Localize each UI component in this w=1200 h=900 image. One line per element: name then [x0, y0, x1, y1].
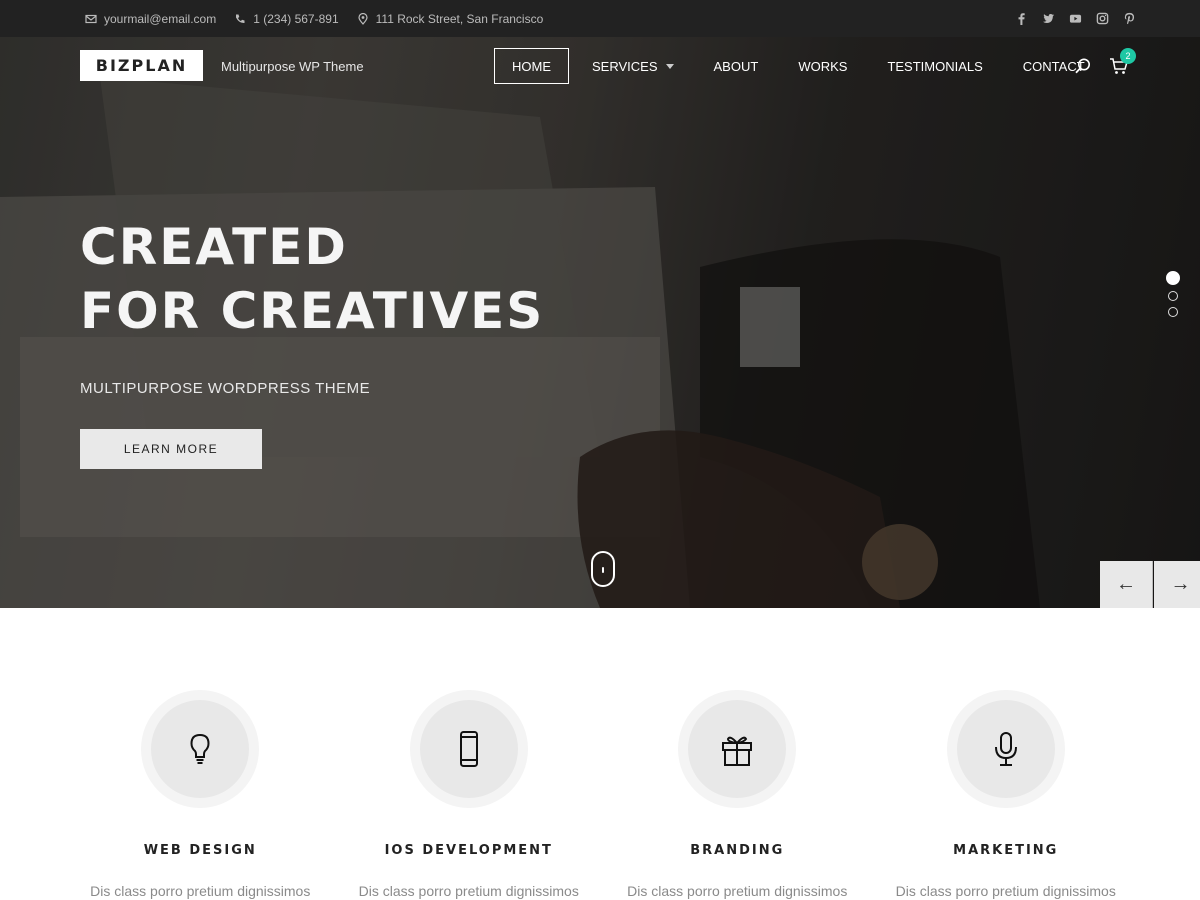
phone-icon: [236, 14, 245, 23]
nav-item-about[interactable]: ABOUT: [697, 48, 776, 84]
service-icon-circle: [141, 690, 260, 808]
slide-dot-3[interactable]: [1168, 307, 1178, 317]
service-description: Dis class porro pretium dignissimos: [895, 883, 1116, 899]
contact-info: yourmail@email.com 1 (234) 567-891 111 R…: [85, 0, 543, 37]
service-title: WEB DESIGN: [143, 843, 257, 858]
hero-headline-line1: CREATED: [80, 218, 348, 276]
main-nav: HOME SERVICES ABOUT WORKS TESTIMONIALS C…: [494, 48, 1108, 84]
service-item-branding: BRANDING Dis class porro pretium digniss…: [603, 690, 872, 900]
map-pin-icon: [358, 12, 368, 25]
service-icon-circle: [409, 690, 528, 808]
cart-count-badge: 2: [1120, 48, 1136, 64]
nav-item-home[interactable]: HOME: [494, 48, 569, 84]
lightbulb-icon: [190, 733, 210, 764]
service-title: MARKETING: [953, 843, 1059, 858]
service-title: IOS DEVELOPMENT: [384, 843, 553, 858]
smartphone-icon: [459, 731, 478, 767]
hero-headline-line2: FOR CREATIVES: [80, 282, 545, 340]
nav-item-works[interactable]: WORKS: [781, 48, 864, 84]
arrow-right-icon: →: [1170, 573, 1191, 595]
microphone-icon: [994, 732, 1017, 766]
scroll-down-mouse-icon[interactable]: [591, 551, 615, 587]
facebook-icon[interactable]: [1014, 12, 1028, 26]
service-title: BRANDING: [690, 843, 785, 858]
services-section: WEB DESIGN Dis class porro pretium digni…: [66, 690, 1146, 900]
nav-label: TESTIMONIALS: [887, 58, 983, 74]
slider-pagination: [1166, 271, 1180, 323]
search-icon[interactable]: [1074, 57, 1092, 75]
address-text: 111 Rock Street, San Francisco: [375, 11, 544, 26]
email-item[interactable]: yourmail@email.com: [85, 12, 216, 26]
pinterest-icon[interactable]: [1122, 12, 1136, 26]
top-bar: yourmail@email.com 1 (234) 567-891 111 R…: [0, 0, 1200, 37]
slider-next-button[interactable]: →: [1154, 561, 1200, 608]
hero-headline: CREATED FOR CREATIVES: [80, 215, 544, 343]
service-item-web-design: WEB DESIGN Dis class porro pretium digni…: [66, 690, 335, 900]
nav-label: SERVICES: [592, 58, 658, 74]
nav-item-testimonials[interactable]: TESTIMONIALS: [870, 48, 999, 84]
youtube-icon[interactable]: [1068, 12, 1082, 26]
nav-item-services[interactable]: SERVICES: [575, 48, 691, 84]
twitter-icon[interactable]: [1041, 12, 1055, 26]
social-links: [1014, 0, 1136, 37]
slide-dot-1[interactable]: [1166, 271, 1180, 285]
address-item: 111 Rock Street, San Francisco: [357, 11, 544, 26]
hero-slider: BIZPLAN Multipurpose WP Theme HOME SERVI…: [0, 37, 1200, 608]
nav-label: HOME: [512, 58, 551, 74]
email-text: yourmail@email.com: [104, 11, 217, 26]
phone-text: 1 (234) 567-891: [253, 11, 339, 26]
gift-icon: [722, 736, 753, 766]
slider-prev-button[interactable]: ←: [1100, 561, 1153, 608]
envelope-icon: [85, 14, 97, 23]
instagram-icon[interactable]: [1095, 12, 1109, 26]
service-description: Dis class porro pretium dignissimos: [90, 883, 311, 899]
site-logo[interactable]: BIZPLAN: [80, 50, 203, 81]
nav-label: ABOUT: [713, 58, 759, 74]
service-icon-circle: [678, 690, 797, 808]
chevron-down-icon: [665, 63, 674, 69]
hero-subheadline: MULTIPURPOSE WORDPRESS THEME: [80, 380, 371, 397]
nav-label: WORKS: [798, 58, 848, 74]
service-item-marketing: MARKETING Dis class porro pretium dignis…: [872, 690, 1141, 900]
service-description: Dis class porro pretium dignissimos: [358, 883, 579, 899]
learn-more-button[interactable]: LEARN MORE: [80, 429, 262, 469]
service-description: Dis class porro pretium dignissimos: [627, 883, 848, 899]
arrow-left-icon: ←: [1116, 573, 1136, 595]
slide-dot-2[interactable]: [1168, 291, 1178, 301]
service-item-ios-development: IOS DEVELOPMENT Dis class porro pretium …: [335, 690, 604, 900]
service-icon-circle: [946, 690, 1065, 808]
site-tagline: Multipurpose WP Theme: [221, 59, 364, 74]
phone-item[interactable]: 1 (234) 567-891: [234, 11, 339, 26]
